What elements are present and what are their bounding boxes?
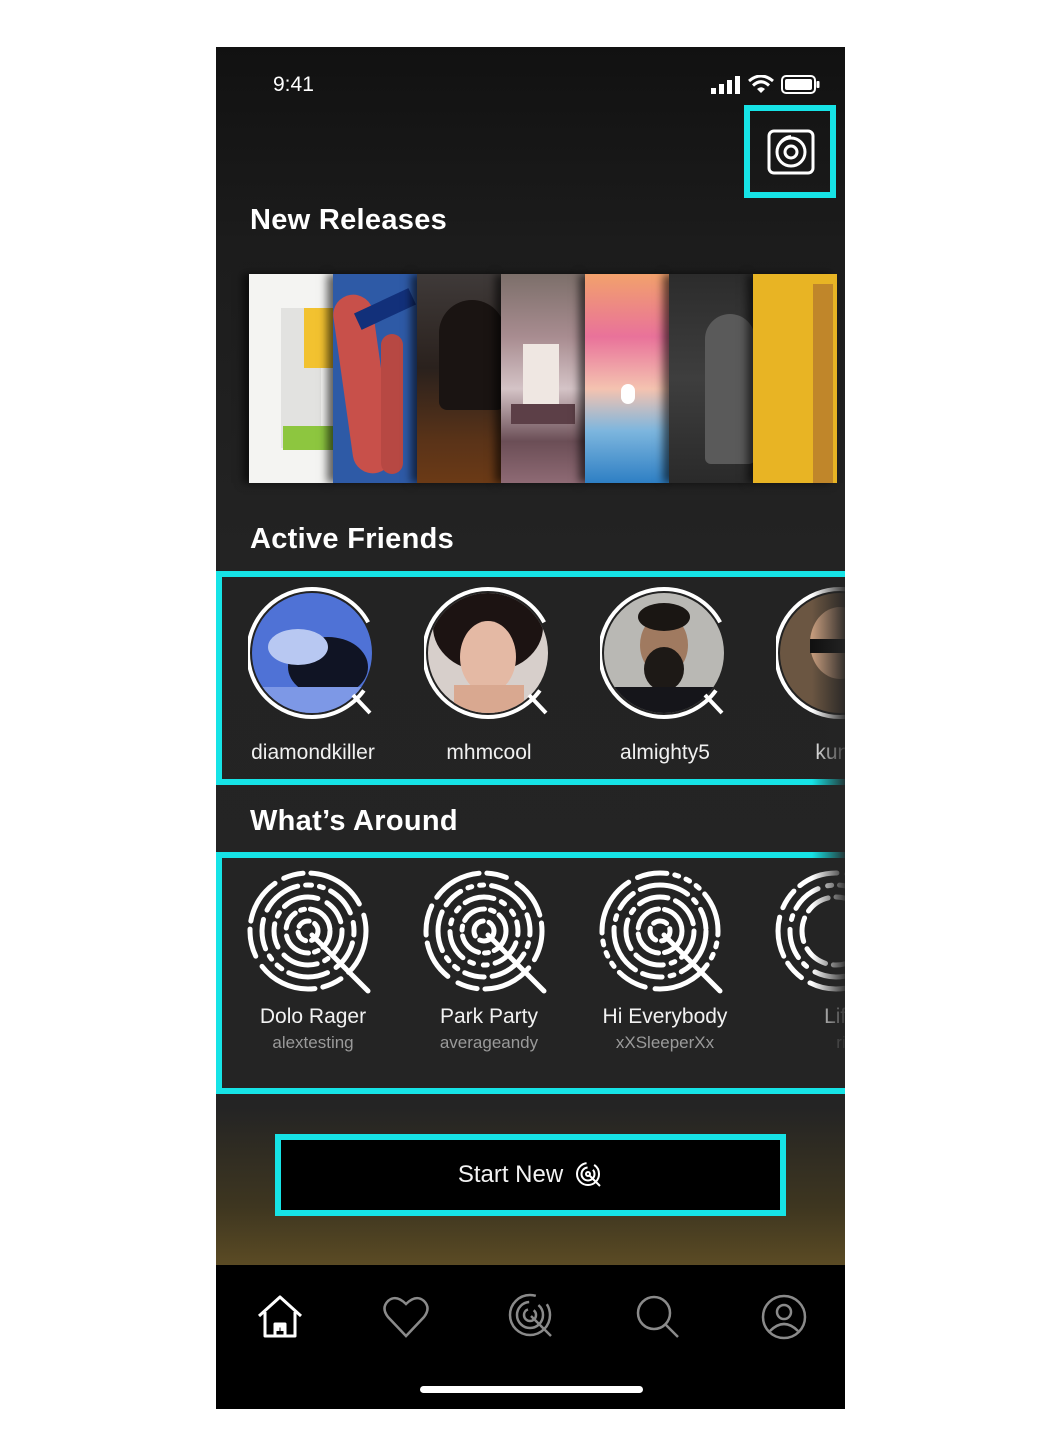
broadcast-icon xyxy=(508,1293,552,1337)
active-friends-row[interactable]: diamondkiller mhmcool almighty5 xyxy=(216,587,845,777)
signal-icon xyxy=(711,76,740,94)
start-new-label: Start New xyxy=(457,1161,564,1188)
active-friends-title: Active Friends xyxy=(250,523,455,555)
album-cover[interactable] xyxy=(333,274,417,483)
album-cover[interactable] xyxy=(501,274,585,483)
status-time: 9:41 xyxy=(273,73,314,96)
around-title: Hi Everybody xyxy=(602,1005,728,1028)
tab-bar xyxy=(216,1265,845,1409)
around-user: averageandy xyxy=(439,1033,539,1052)
friend-avatar[interactable] xyxy=(248,587,388,727)
around-title: Dolo Rager xyxy=(259,1005,367,1028)
status-icons xyxy=(711,75,821,94)
whats-around-title: What’s Around xyxy=(250,805,458,837)
home-indicator xyxy=(420,1386,643,1393)
row-fade xyxy=(812,587,845,1087)
around-user: alextesting xyxy=(272,1033,354,1052)
new-releases-carousel[interactable] xyxy=(249,274,845,483)
album-cover[interactable] xyxy=(249,274,333,483)
tab-favorites[interactable] xyxy=(376,1287,436,1347)
friend-name: diamondkiller xyxy=(251,741,375,764)
tab-search[interactable] xyxy=(628,1287,688,1347)
friend-name: almighty5 xyxy=(620,741,710,764)
broadcast-icon xyxy=(576,1162,601,1187)
vinyl-square-icon xyxy=(767,129,815,175)
wifi-icon xyxy=(748,75,774,93)
phone-screen: 9:41 New Releases Active Friends diamond… xyxy=(216,47,845,1409)
friend-name: mhmcool xyxy=(446,741,532,764)
battery-icon xyxy=(781,75,820,94)
tab-profile[interactable] xyxy=(754,1287,814,1347)
tab-home[interactable] xyxy=(250,1287,310,1347)
profile-icon xyxy=(761,1294,807,1340)
heart-icon xyxy=(383,1296,429,1338)
new-releases-title: New Releases xyxy=(250,204,448,236)
album-cover[interactable] xyxy=(669,274,753,483)
album-cover[interactable] xyxy=(417,274,501,483)
around-user: xXSleeperXx xyxy=(615,1033,715,1052)
album-cover[interactable] xyxy=(753,274,837,483)
around-title: Park Party xyxy=(439,1005,539,1028)
start-new-button[interactable]: Start New xyxy=(275,1134,786,1216)
header-profile-button[interactable] xyxy=(744,105,836,198)
broadcast-fingerprint-icon xyxy=(247,870,371,994)
broadcast-fingerprint-icon xyxy=(599,870,723,994)
search-icon xyxy=(636,1295,679,1338)
friend-avatar[interactable] xyxy=(424,587,564,727)
broadcast-fingerprint-icon xyxy=(423,870,547,994)
whats-around-row[interactable]: Dolo Rager alextesting Park Party averag… xyxy=(216,869,845,1084)
friend-avatar[interactable] xyxy=(600,587,740,727)
home-icon xyxy=(257,1295,303,1338)
tab-broadcast[interactable] xyxy=(502,1287,562,1347)
album-cover[interactable] xyxy=(585,274,669,483)
